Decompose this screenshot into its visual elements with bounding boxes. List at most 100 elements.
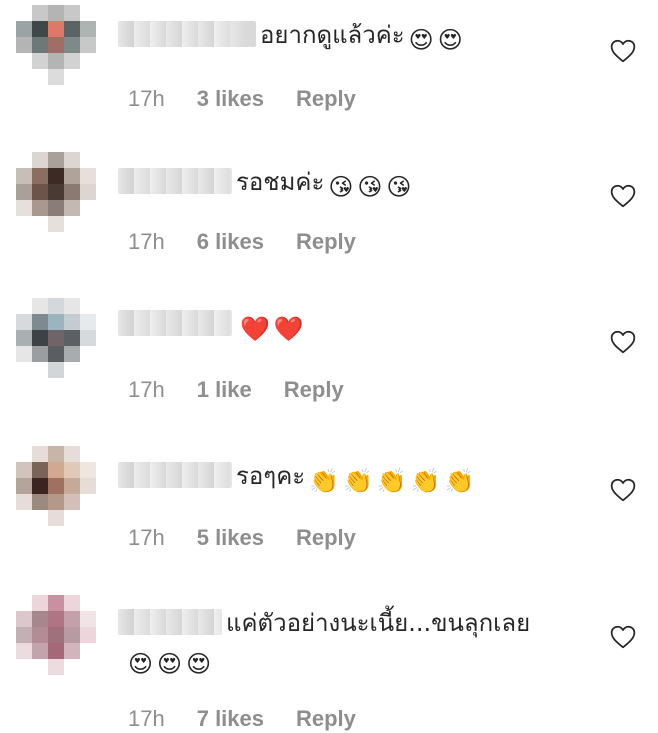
avatar-pixel: [32, 184, 48, 200]
comment-line: อยากดูแล้วค่ะ 😍 😍: [118, 17, 598, 58]
avatar-pixel: [80, 659, 96, 675]
reply-button[interactable]: Reply: [296, 524, 356, 552]
avatar-pixel: [16, 53, 32, 69]
avatar-pixel: [64, 627, 80, 643]
likes-count-button[interactable]: 6 likes: [197, 228, 264, 256]
comment-meta: 17h 6 likes Reply: [118, 228, 388, 256]
avatar-pixel: [64, 5, 80, 21]
username-blurred[interactable]: [118, 310, 232, 336]
comment-time[interactable]: 17h: [128, 705, 165, 733]
comment-time[interactable]: 17h: [128, 524, 165, 552]
comment-line: รอชมค่ะ 😘 😘 😘: [118, 164, 598, 205]
avatar-pixel: [64, 298, 80, 314]
comment-time[interactable]: 17h: [128, 85, 165, 113]
avatar-pixel: [64, 595, 80, 611]
avatar-pixel: [48, 643, 64, 659]
avatar-pixel: [80, 152, 96, 168]
like-heart-icon[interactable]: [610, 478, 636, 502]
comment-time[interactable]: 17h: [128, 228, 165, 256]
avatar-pixel: [64, 462, 80, 478]
avatar-pixel: [48, 510, 64, 526]
comment-line: รอๆคะ 👏 👏 👏 👏 👏: [118, 458, 598, 499]
likes-count-button[interactable]: 5 likes: [197, 524, 264, 552]
avatar-pixel: [80, 595, 96, 611]
likes-count-button[interactable]: 1 like: [197, 376, 252, 404]
avatar-pixel: [32, 462, 48, 478]
reply-button[interactable]: Reply: [296, 85, 356, 113]
avatar[interactable]: [16, 152, 96, 232]
comment-body: อยากดูแล้วค่ะ 😍 😍: [118, 17, 598, 58]
like-heart-icon[interactable]: [610, 625, 636, 649]
avatar[interactable]: [16, 298, 96, 378]
avatar-pixel: [16, 643, 32, 659]
avatar-pixel: [16, 659, 32, 675]
reply-button[interactable]: Reply: [284, 376, 344, 404]
avatar-pixel: [16, 627, 32, 643]
avatar-pixel: [32, 216, 48, 232]
avatar-pixel: [80, 611, 96, 627]
emoji: 😍: [408, 26, 434, 54]
comment-text: รอชมค่ะ: [236, 168, 325, 196]
emoji: 😍: [186, 650, 212, 678]
avatar-pixel: [80, 5, 96, 21]
avatar-pixel: [48, 346, 64, 362]
avatar-pixel: [80, 510, 96, 526]
avatar-pixel: [32, 595, 48, 611]
username-blurred[interactable]: [118, 609, 222, 635]
reply-button[interactable]: Reply: [296, 228, 356, 256]
avatar[interactable]: [16, 446, 96, 526]
emoji: ❤️: [273, 315, 304, 343]
avatar-pixel: [32, 346, 48, 362]
avatar-pixel: [16, 5, 32, 21]
avatar-pixel: [32, 37, 48, 53]
avatar-pixel: [64, 314, 80, 330]
emoji: 😍: [157, 650, 183, 678]
avatar-pixel: [80, 21, 96, 37]
comment-time[interactable]: 17h: [128, 376, 165, 404]
avatar-pixel: [48, 314, 64, 330]
avatar-pixel: [32, 659, 48, 675]
username-blurred[interactable]: [118, 168, 232, 194]
avatar-pixel: [32, 5, 48, 21]
username-blurred[interactable]: [118, 462, 232, 488]
avatar-pixel: [32, 69, 48, 85]
like-heart-icon[interactable]: [610, 330, 636, 354]
likes-count-button[interactable]: 3 likes: [197, 85, 264, 113]
avatar-pixel: [48, 152, 64, 168]
avatar-pixel: [16, 298, 32, 314]
avatar-pixel: [48, 69, 64, 85]
avatar-pixel: [80, 298, 96, 314]
comment-meta: 17h 1 like Reply: [118, 376, 376, 404]
avatar-pixel: [16, 362, 32, 378]
avatar-pixel: [16, 510, 32, 526]
comment-body: รอๆคะ 👏 👏 👏 👏 👏: [118, 458, 598, 499]
avatar-pixel: [32, 362, 48, 378]
avatar[interactable]: [16, 5, 96, 85]
heart-outline: [610, 478, 636, 502]
avatar-pixel: [32, 314, 48, 330]
avatar-pixel: [80, 216, 96, 232]
likes-count-button[interactable]: 7 likes: [197, 705, 264, 733]
emoji: 👏: [410, 467, 441, 495]
like-heart-icon[interactable]: [610, 184, 636, 208]
avatar-pixel: [16, 446, 32, 462]
avatar-pixel: [64, 446, 80, 462]
like-heart-icon[interactable]: [610, 39, 636, 63]
avatar-pixel: [80, 478, 96, 494]
username-blurred[interactable]: [118, 21, 256, 47]
reply-button[interactable]: Reply: [296, 705, 356, 733]
heart-outline: [610, 330, 636, 354]
comment-body: รอชมค่ะ 😘 😘 😘: [118, 164, 598, 205]
emoji: 😍: [437, 26, 463, 54]
avatar[interactable]: [16, 595, 96, 675]
avatar-pixel: [80, 37, 96, 53]
avatar-pixel: [16, 478, 32, 494]
comment-body: แค่ตัวอย่างนะเนี้ย...ขนลุกเลย 😍 😍 😍: [118, 605, 598, 682]
avatar-pixel: [64, 330, 80, 346]
avatar-pixel: [80, 627, 96, 643]
avatar-pixel: [32, 611, 48, 627]
avatar-pixel: [64, 611, 80, 627]
avatar-pixel: [80, 362, 96, 378]
avatar-pixel: [48, 53, 64, 69]
comment-text: รอๆคะ: [236, 462, 306, 490]
